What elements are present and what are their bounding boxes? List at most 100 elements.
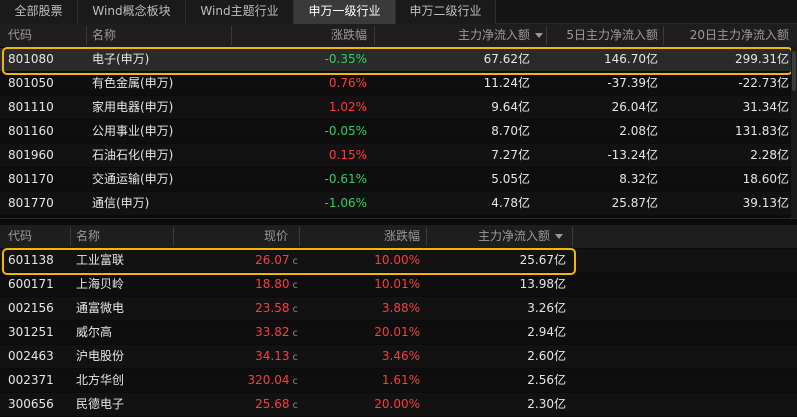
col-change[interactable]: 涨跌幅	[302, 225, 420, 248]
flow-5d-cell: 2.08亿	[619, 124, 658, 138]
flow-20d-cell: 299.31亿	[735, 52, 789, 66]
change-cell: -0.35%	[324, 52, 367, 66]
table-row[interactable]: 601138 工业富联 26.07 c 10.00% 25.67亿	[0, 249, 797, 272]
table-row[interactable]: 801050 有色金属(申万) 0.76% 11.24亿 -37.39亿 -22.73亿	[0, 72, 791, 95]
price-flag: c	[292, 328, 299, 339]
main-flow-cell: 5.05亿	[491, 172, 530, 186]
price-cell: 23.58 c	[176, 297, 298, 320]
table-row[interactable]: 801770 通信(申万) -1.06% 4.78亿 25.87亿 39.13亿	[0, 192, 791, 215]
col-change[interactable]: 涨跌幅	[232, 24, 367, 47]
change-cell: 0.76%	[328, 76, 367, 90]
main-flow-cell: 4.78亿	[491, 196, 530, 210]
sector-scrollbar[interactable]	[791, 47, 797, 218]
tab-sw-level2[interactable]: 申万二级行业	[396, 0, 496, 24]
name-cell: 公用事业(申万)	[92, 124, 174, 138]
price-cell: 320.04 c	[176, 369, 299, 392]
table-row[interactable]: 801160 公用事业(申万) -0.05% 8.70亿 2.08亿 131.83亿	[0, 120, 791, 143]
price-value: 320.04	[247, 373, 290, 387]
code-cell: 002463	[8, 349, 54, 363]
col-20d-flow[interactable]: 20日主力净流入额	[664, 24, 789, 47]
col-main-flow[interactable]: 主力净流入额	[380, 24, 530, 47]
price-flag: c	[292, 376, 299, 387]
tab-wind-theme[interactable]: Wind主题行业	[186, 0, 294, 24]
code-cell: 301251	[8, 325, 54, 339]
change-cell: 3.88%	[381, 301, 420, 315]
name-cell: 有色金属(申万)	[92, 76, 174, 90]
price-flag: c	[292, 304, 299, 315]
flow-20d-cell: -22.73亿	[738, 76, 789, 90]
code-cell: 801080	[8, 52, 54, 66]
price-cell: 18.80 c	[176, 273, 298, 296]
main-flow-cell: 7.27亿	[491, 148, 530, 162]
change-cell: 1.61%	[381, 373, 420, 387]
main-flow-cell: 2.30亿	[527, 397, 566, 411]
price-cell: 26.07 c	[176, 249, 298, 272]
change-cell: 10.00%	[374, 253, 420, 267]
table-row[interactable]: 002371 北方华创 320.04 c 1.61% 2.56亿	[0, 369, 797, 392]
tab-all-stocks[interactable]: 全部股票	[0, 0, 78, 24]
col-name[interactable]: 名称	[92, 24, 116, 47]
price-cell: 33.82 c	[176, 321, 298, 344]
main-flow-cell: 13.98亿	[519, 277, 566, 291]
name-cell: 沪电股份	[76, 349, 125, 363]
code-cell: 002156	[8, 301, 54, 315]
col-price[interactable]: 现价	[176, 225, 288, 248]
table-row[interactable]: 801170 交通运输(申万) -0.61% 5.05亿 8.32亿 18.60亿	[0, 168, 791, 191]
name-cell: 民德电子	[76, 397, 125, 411]
table-row[interactable]: 600171 上海贝岭 18.80 c 10.01% 13.98亿	[0, 273, 797, 296]
name-cell: 上海贝岭	[76, 277, 125, 291]
price-value: 25.68	[255, 397, 290, 411]
table-row[interactable]: 801080 电子(申万) -0.35% 67.62亿 146.70亿 299.31亿	[0, 48, 791, 71]
change-cell: -1.06%	[324, 196, 367, 210]
col-code[interactable]: 代码	[8, 24, 32, 47]
column-divider	[299, 227, 300, 246]
name-cell: 通富微电	[76, 301, 125, 315]
flow-20d-cell: 18.60亿	[742, 172, 789, 186]
flow-5d-cell: -13.24亿	[607, 148, 658, 162]
table-row[interactable]: 300656 民德电子 25.68 c 20.00% 2.30亿	[0, 393, 797, 416]
main-flow-cell: 25.67亿	[519, 253, 566, 267]
table-row[interactable]: 801110 家用电器(申万) 1.02% 9.64亿 26.04亿 31.34亿	[0, 96, 791, 119]
panel-divider[interactable]	[0, 218, 797, 224]
main-flow-cell: 67.62亿	[483, 52, 530, 66]
col-main-flow[interactable]: 主力净流入额	[428, 225, 550, 248]
price-value: 26.07	[255, 253, 290, 267]
main-flow-cell: 9.64亿	[491, 100, 530, 114]
column-divider	[70, 227, 71, 246]
main-flow-cell: 3.26亿	[527, 301, 566, 315]
code-cell: 300656	[8, 397, 54, 411]
tab-wind-concept[interactable]: Wind概念板块	[78, 0, 186, 24]
column-divider	[572, 227, 573, 246]
table-row[interactable]: 801960 石油石化(申万) 0.15% 7.27亿 -13.24亿 2.28亿	[0, 144, 791, 167]
main-flow-cell: 11.24亿	[483, 76, 530, 90]
flow-20d-cell: 2.28亿	[750, 148, 789, 162]
name-cell: 家用电器(申万)	[92, 100, 174, 114]
sort-desc-icon[interactable]	[531, 24, 543, 47]
change-cell: 3.46%	[381, 349, 420, 363]
flow-20d-cell: 39.13亿	[742, 196, 789, 210]
column-divider	[426, 227, 427, 246]
col-5d-flow[interactable]: 5日主力净流入额	[548, 24, 658, 47]
col-name[interactable]: 名称	[76, 225, 100, 248]
flow-5d-cell: 8.32亿	[619, 172, 658, 186]
name-cell: 交通运输(申万)	[92, 172, 174, 186]
change-cell: 10.01%	[374, 277, 420, 291]
code-cell: 601138	[8, 253, 54, 267]
price-cell: 34.13 c	[176, 345, 298, 368]
price-flag: c	[292, 352, 299, 363]
change-cell: -0.61%	[324, 172, 367, 186]
price-cell: 25.68 c	[176, 393, 298, 416]
name-cell: 工业富联	[76, 253, 125, 267]
flow-5d-cell: 25.87亿	[611, 196, 658, 210]
sort-desc-icon[interactable]	[551, 225, 563, 248]
price-value: 18.80	[255, 277, 290, 291]
table-row[interactable]: 301251 威尔高 33.82 c 20.01% 2.94亿	[0, 321, 797, 344]
column-divider	[86, 26, 87, 45]
scrollbar-thumb[interactable]	[792, 51, 796, 91]
tab-sw-level1[interactable]: 申万一级行业	[294, 0, 396, 24]
table-row[interactable]: 002463 沪电股份 34.13 c 3.46% 2.60亿	[0, 345, 797, 368]
code-cell: 801170	[8, 172, 54, 186]
col-code[interactable]: 代码	[8, 225, 32, 248]
table-row[interactable]: 002156 通富微电 23.58 c 3.88% 3.26亿	[0, 297, 797, 320]
flow-5d-cell: 146.70亿	[604, 52, 658, 66]
